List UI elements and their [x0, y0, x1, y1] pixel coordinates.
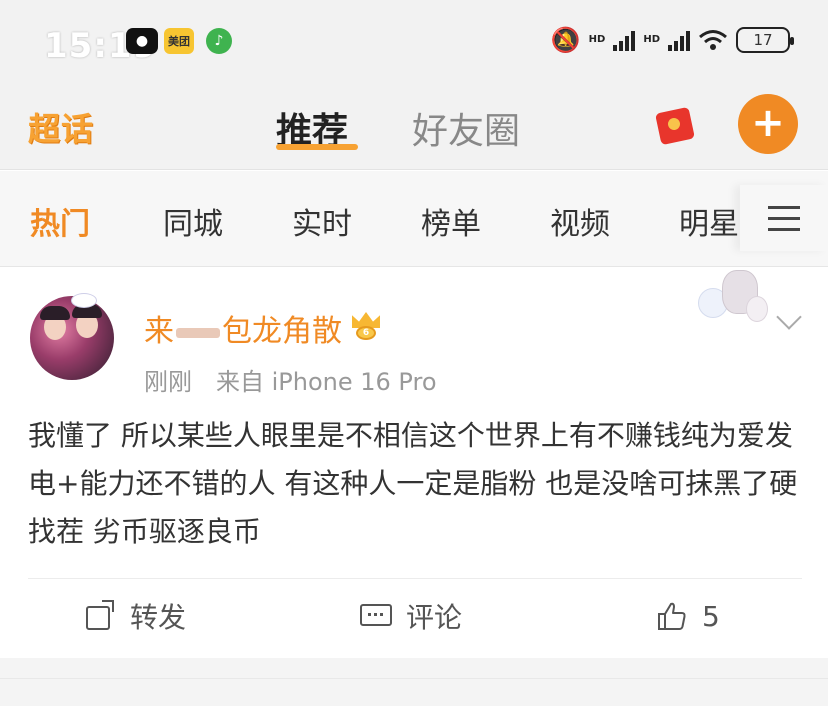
tab-friends-circle[interactable]: 好友圈	[412, 102, 520, 154]
category-ranking[interactable]: 榜单	[421, 199, 481, 243]
active-tab-indicator	[276, 144, 358, 150]
signal-icon-2	[668, 29, 690, 51]
add-button[interactable]: +	[738, 94, 798, 154]
red-packet-icon[interactable]	[650, 102, 702, 146]
chaohua-logo[interactable]: 超话	[28, 104, 94, 150]
status-bar: 15:19 ● 美团 ♪ 🔕 HD HD 17	[0, 0, 828, 90]
comment-label: 评论	[406, 601, 463, 634]
category-local[interactable]: 同城	[163, 199, 223, 243]
username-redaction	[176, 327, 220, 338]
category-bar: 热门 同城 实时 榜单 视频 明星	[0, 171, 828, 267]
category-star[interactable]: 明星	[679, 199, 739, 243]
hd-label-2: HD	[643, 34, 660, 45]
cat-pendant-icon	[70, 286, 98, 308]
comment-icon	[360, 600, 392, 632]
post-card: 来包龙角散 6 刚刚 来自 iPhone 16 Pro 我懂了 所以某些人眼里是…	[0, 268, 828, 658]
post-source: 来自 iPhone 16 Pro	[216, 368, 437, 396]
bear-sticker-icon	[696, 270, 770, 326]
chevron-down-icon[interactable]	[774, 308, 806, 332]
battery-icon: 17	[736, 27, 794, 53]
post-time: 刚刚	[144, 368, 192, 396]
bell-off-icon: 🔕	[550, 26, 581, 54]
avatar[interactable]	[30, 296, 114, 380]
messenger-icon: ●	[126, 28, 158, 54]
like-count: 5	[702, 599, 720, 633]
signal-icon	[613, 29, 636, 51]
system-icons: 🔕 HD HD 17	[550, 26, 794, 54]
username[interactable]: 来包龙角散	[144, 306, 342, 350]
repost-button[interactable]: 转发	[84, 592, 186, 640]
category-realtime[interactable]: 实时	[292, 199, 352, 243]
feed-separator	[0, 658, 828, 706]
hd-label: HD	[588, 34, 606, 45]
qq-music-icon: ♪	[206, 28, 232, 54]
top-header: 超话 推荐 好友圈 +	[0, 90, 828, 170]
category-hot[interactable]: 热门	[30, 199, 90, 243]
post-content: 我懂了 所以某些人眼里是不相信这个世界上有不赚钱纯为爱发电+能力还不错的人 有这…	[28, 419, 798, 548]
category-video[interactable]: 视频	[550, 199, 610, 243]
repost-icon	[84, 600, 116, 632]
thumbs-up-icon	[658, 602, 686, 630]
crown-badge-icon[interactable]: 6	[350, 312, 382, 340]
like-button[interactable]: 5	[656, 592, 720, 640]
repost-label: 转发	[130, 601, 187, 634]
comment-button[interactable]: 评论	[360, 592, 462, 640]
category-menu-icon[interactable]	[740, 185, 828, 251]
post-divider	[28, 578, 802, 579]
wifi-icon	[699, 30, 727, 50]
meituan-icon: 美团	[164, 28, 194, 54]
